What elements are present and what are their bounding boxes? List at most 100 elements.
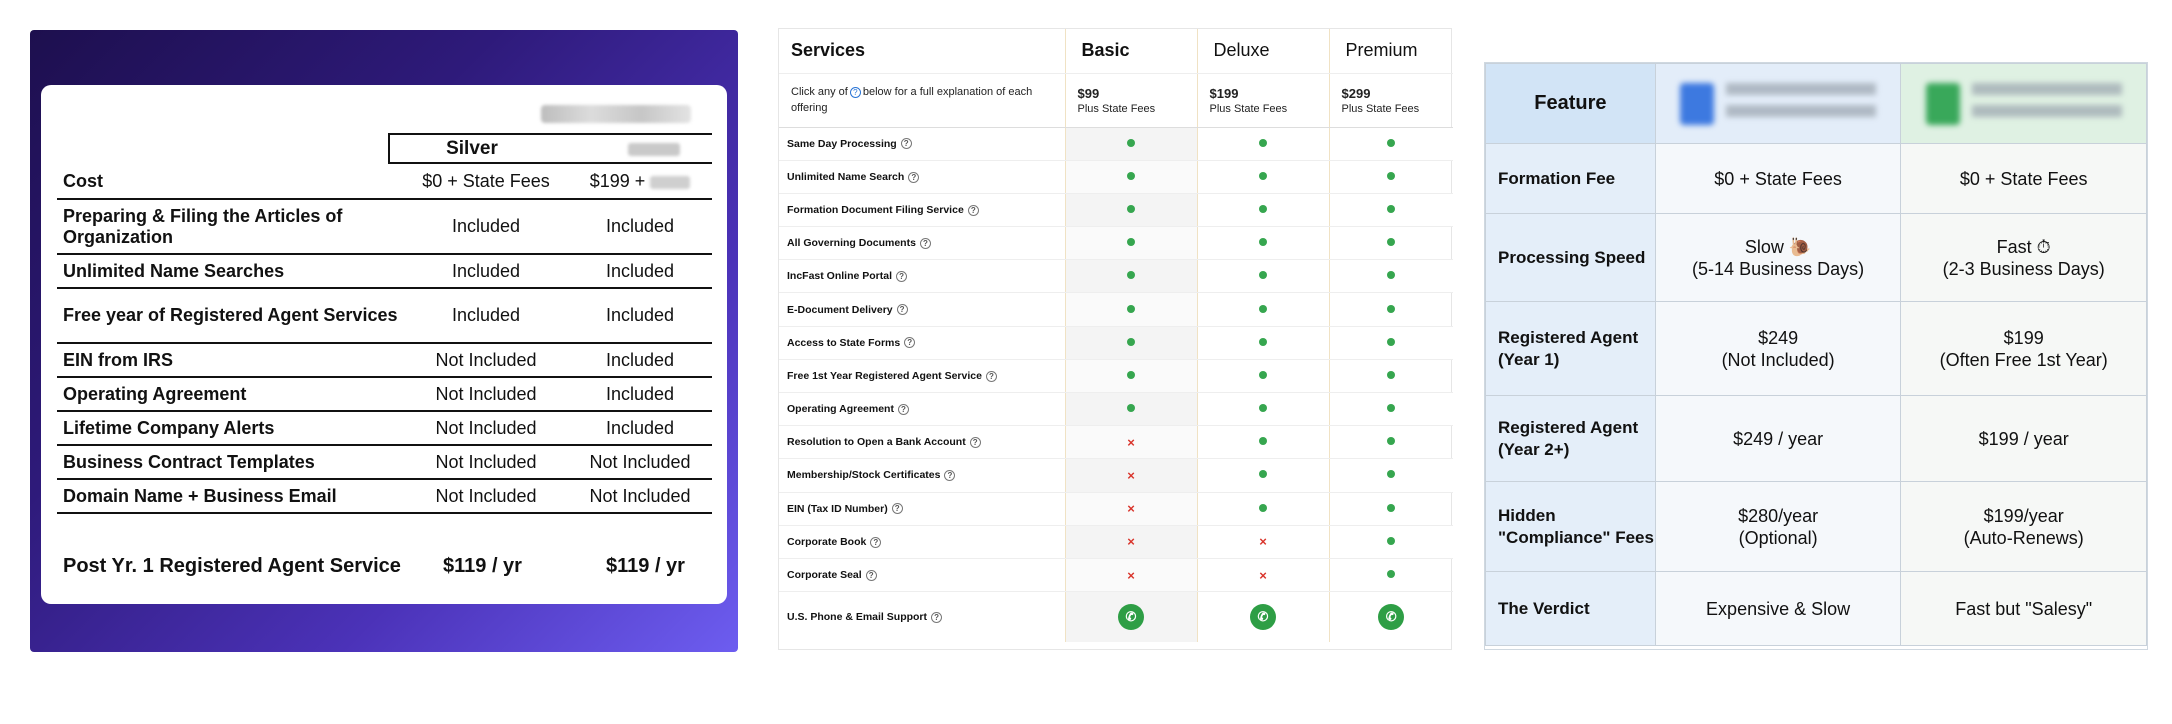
- row-label: Cost: [57, 165, 404, 200]
- premium-mark: [1329, 226, 1453, 261]
- help-icon[interactable]: ?: [900, 138, 912, 150]
- deluxe-mark: [1197, 458, 1330, 493]
- support-label[interactable]: U.S. Phone & Email Support?: [779, 591, 1066, 642]
- help-icon[interactable]: ?: [908, 171, 920, 183]
- service-name[interactable]: EIN (Tax ID Number)?: [779, 492, 1066, 526]
- help-icon[interactable]: ?: [896, 304, 908, 316]
- premium-mark: [1329, 558, 1453, 593]
- deluxe-mark: [1197, 193, 1330, 228]
- blurred-brand-a-name: [1726, 82, 1877, 125]
- included-dot-icon: [1259, 370, 1267, 379]
- service-name[interactable]: Corporate Seal?: [779, 558, 1066, 593]
- deluxe-mark: [1197, 359, 1330, 394]
- brand-b-value: Fast but "Salesy": [1900, 571, 2147, 646]
- second-plan-value: Included: [568, 343, 712, 378]
- help-icon[interactable]: ?: [870, 536, 882, 548]
- basic-mark: ×: [1065, 458, 1198, 493]
- service-name[interactable]: E-Document Delivery?: [779, 292, 1066, 327]
- table-row: Unlimited Name Searches Included Include…: [57, 254, 712, 289]
- included-dot-icon: [1127, 404, 1135, 413]
- silver-value: Not Included: [404, 411, 568, 446]
- help-icon[interactable]: ?: [967, 204, 979, 216]
- premium-mark: [1329, 326, 1453, 360]
- not-included-x-icon: ×: [1259, 534, 1267, 550]
- help-icon[interactable]: ?: [931, 611, 943, 623]
- brand-a-value: $280/year (Optional): [1654, 481, 1902, 572]
- help-icon[interactable]: ?: [985, 370, 997, 382]
- plan-header-deluxe: Deluxe: [1197, 29, 1330, 74]
- feature-label: Registered Agent (Year 2+): [1485, 395, 1656, 482]
- second-plan-value: Included: [568, 411, 712, 446]
- help-icon[interactable]: ?: [919, 237, 931, 249]
- premium-mark: [1329, 160, 1453, 194]
- brand-b-value: $199/year (Auto-Renews): [1900, 481, 2147, 572]
- brand-a-logo-icon: [1680, 82, 1715, 125]
- included-dot-icon: [1387, 138, 1396, 147]
- included-dot-icon: [1259, 204, 1267, 213]
- plan-header-premium: Premium: [1329, 29, 1453, 74]
- feature-label: Registered Agent (Year 1): [1485, 301, 1656, 396]
- second-plan-value: $199 +: [568, 165, 712, 200]
- feature-row: Processing Speed Slow 🐌 (5-14 Business Da…: [1485, 213, 2147, 302]
- row-label: Free year of Registered Agent Services: [57, 288, 404, 344]
- help-icon[interactable]: ?: [944, 470, 956, 482]
- included-dot-icon: [1387, 470, 1396, 479]
- service-name[interactable]: Same Day Processing?: [779, 127, 1066, 161]
- brand-b-logo-icon: [1925, 82, 1960, 125]
- basic-mark: [1065, 160, 1198, 194]
- help-icon[interactable]: ?: [897, 403, 909, 415]
- help-icon[interactable]: ?: [904, 337, 916, 349]
- included-dot-icon: [1387, 271, 1396, 280]
- service-row: Free 1st Year Registered Agent Service?: [779, 359, 1453, 394]
- service-name[interactable]: Formation Document Filing Service?: [779, 193, 1066, 228]
- service-name[interactable]: Free 1st Year Registered Agent Service?: [779, 359, 1066, 394]
- header-row: Feature: [1485, 63, 2147, 144]
- included-dot-icon: [1127, 271, 1135, 280]
- basic-mark: ×: [1065, 425, 1198, 460]
- blurred-brand-a-header: [1654, 63, 1902, 144]
- footer-label: Post Yr. 1 Registered Agent Service: [63, 555, 401, 577]
- premium-mark: [1329, 392, 1453, 427]
- table-row: Business Contract Templates Not Included…: [57, 445, 712, 480]
- feature-row: Hidden "Compliance" Fees $280/year (Optio…: [1485, 481, 2147, 572]
- row-label: Lifetime Company Alerts: [57, 411, 404, 446]
- help-icon: ?: [849, 86, 861, 98]
- service-name[interactable]: Access to State Forms?: [779, 326, 1066, 360]
- premium-mark: [1329, 359, 1453, 394]
- silver-value: Not Included: [404, 479, 568, 514]
- row-label: Preparing & Filing the Articles of Organ…: [57, 199, 404, 255]
- help-icon[interactable]: ?: [896, 271, 908, 283]
- service-name[interactable]: Membership/Stock Certificates?: [779, 458, 1066, 493]
- included-dot-icon: [1259, 238, 1267, 247]
- second-plan-value: Not Included: [568, 445, 712, 480]
- deluxe-mark: [1197, 160, 1330, 194]
- deluxe-mark: ×: [1197, 558, 1330, 593]
- help-icon[interactable]: ?: [891, 503, 903, 515]
- second-plan-value: Included: [568, 254, 712, 289]
- service-name[interactable]: Corporate Book?: [779, 525, 1066, 559]
- help-icon[interactable]: ?: [969, 437, 981, 448]
- plan-header-basic: Basic: [1065, 29, 1198, 74]
- services-table: Services Basic Deluxe Premium Click any …: [779, 29, 1453, 642]
- service-row: Operating Agreement?: [779, 392, 1453, 427]
- blurred-brand-b-name: [1971, 82, 2122, 125]
- included-dot-icon: [1127, 204, 1135, 213]
- feature-row: The Verdict Expensive & Slow Fast but "Sal…: [1485, 571, 2147, 646]
- service-name[interactable]: Resolution to Open a Bank Account?: [779, 425, 1066, 460]
- premium-price: $299 Plus State Fees: [1329, 73, 1453, 128]
- basic-price: $99 Plus State Fees: [1065, 73, 1198, 128]
- feature-comparison-table: Feature Formation Fee $0 + State Fees $0 +…: [1485, 63, 2147, 646]
- service-name[interactable]: IncFast Online Portal?: [779, 259, 1066, 294]
- service-row: Corporate Seal? × ×: [779, 558, 1453, 593]
- service-row: Resolution to Open a Bank Account? ×: [779, 425, 1453, 460]
- service-name[interactable]: Unlimited Name Search?: [779, 160, 1066, 194]
- service-row: Corporate Book? × ×: [779, 525, 1453, 559]
- services-header: Services: [779, 29, 1066, 74]
- service-name[interactable]: Operating Agreement?: [779, 392, 1066, 427]
- feature-row: Registered Agent (Year 1) $249 (Not Inclu…: [1485, 301, 2147, 396]
- silver-header: Silver: [446, 138, 498, 159]
- help-icon[interactable]: ?: [865, 569, 877, 581]
- table-row: Cost $0 + State Fees $199 +: [57, 165, 712, 200]
- silver-value: Not Included: [404, 343, 568, 378]
- service-name[interactable]: All Governing Documents?: [779, 226, 1066, 261]
